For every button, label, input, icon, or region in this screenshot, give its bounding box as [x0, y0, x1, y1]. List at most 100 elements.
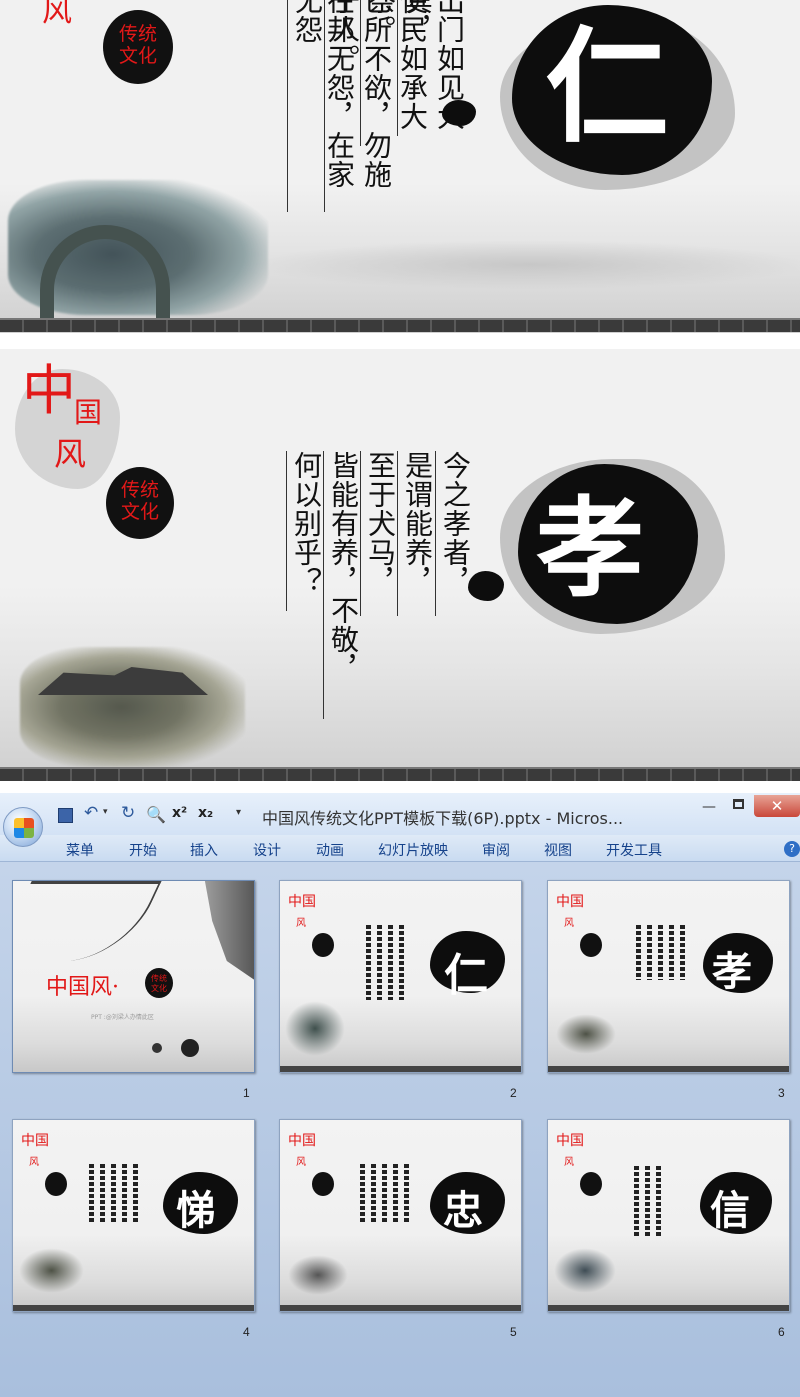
thumb-photo: [554, 1248, 616, 1293]
thumb-text-lines: [89, 1164, 138, 1224]
title-feng-partial: 风: [42, 0, 72, 29]
thumb-text-lines: [360, 1164, 409, 1224]
slide-number-3: 3: [778, 1086, 785, 1100]
slide-thumbnail-2[interactable]: 中国 风 仁: [279, 880, 522, 1073]
badge-traditional-culture: 传统 文化: [103, 10, 173, 84]
text-column-1: 今之孝者，: [435, 451, 472, 616]
thumb1-badge: 传统 文化: [145, 968, 173, 998]
slide-thumbnail-1[interactable]: 中国风· 传统 文化 PPT :@刘梁人办情此区: [12, 880, 255, 1073]
slide-thumbnail-6[interactable]: 中国 风 信: [547, 1119, 790, 1312]
text-column-4: 皆能有养，不敬，: [323, 451, 360, 719]
tab-home[interactable]: 开始: [129, 840, 157, 860]
close-button[interactable]: ✕: [754, 795, 800, 817]
slide-ren: 风 传统 文化 出门如见大宾， 使民如承大祭。 己所不欲，勿施于人。 在邦无怨，…: [0, 0, 800, 333]
slide-thumbnail-3[interactable]: 中国 风 孝: [547, 880, 790, 1073]
title-guo: 国: [74, 396, 103, 429]
thumb-char: 信: [710, 1187, 750, 1234]
office-button[interactable]: [3, 807, 43, 847]
thumb-char: 孝: [712, 948, 752, 995]
tab-design[interactable]: 设计: [253, 840, 281, 860]
thumb-char: 仁: [444, 950, 488, 1001]
help-icon[interactable]: ?: [784, 841, 800, 857]
thumb1-title: 中国风·: [46, 975, 119, 1000]
thumb-badge: [312, 1172, 334, 1196]
thumb-logo-feng: 风: [564, 918, 574, 929]
thumb-logo-feng: 风: [29, 1157, 39, 1168]
redo-icon[interactable]: ↻: [121, 803, 135, 823]
text-column-4: 在邦无怨，在家无怨: [287, 0, 356, 212]
big-char-ren: 仁: [545, 15, 670, 160]
title-zhong: 中: [22, 359, 76, 422]
ink-dot-large: [181, 1039, 199, 1057]
slide-thumbnail-4[interactable]: 中国 风 悌: [12, 1119, 255, 1312]
thumb-brick: [548, 1305, 789, 1311]
tab-menu[interactable]: 菜单: [66, 840, 94, 860]
slide-thumbnail-5[interactable]: 中国 风 忠: [279, 1119, 522, 1312]
thumb-badge: [312, 933, 334, 957]
thumb-char: 悌: [176, 1187, 216, 1234]
powerpoint-window: ↶ ▾ ↻ 🔍 x² x₂ ▾ 中国风传统文化PPT模板下载(6P).pptx …: [0, 793, 800, 1397]
slide-xiao: 中 国 风 传统 文化 今之孝者， 是谓能养， 至于犬马， 皆能有养，不敬， 何…: [0, 349, 800, 781]
badge-line-2: 文化: [118, 45, 157, 67]
brick-wall: [0, 318, 800, 332]
ink-drop: [468, 571, 504, 601]
thumb-text-lines: [366, 925, 404, 1000]
badge-traditional-culture: 传统 文化: [106, 467, 174, 539]
thumb-text-lines: [634, 1166, 661, 1236]
print-preview-icon[interactable]: 🔍: [146, 805, 166, 824]
badge-line-2: 文化: [120, 501, 159, 523]
thumb-badge: [45, 1172, 67, 1196]
thumb-badge: [580, 1172, 602, 1196]
thumb-char: 忠: [443, 1187, 483, 1234]
tab-developer[interactable]: 开发工具: [606, 840, 662, 860]
thumb1-subtitle: PPT :@刘梁人办情此区: [91, 1014, 154, 1021]
window-title: 中国风传统文化PPT模板下载(6P).pptx - Micros...: [262, 809, 624, 828]
ink-drop: [442, 100, 476, 126]
slide-number-4: 4: [243, 1325, 250, 1339]
thumb-brick: [13, 1305, 254, 1311]
tab-insert[interactable]: 插入: [190, 840, 218, 860]
text-column-3: 至于犬马，: [360, 451, 397, 616]
tab-slideshow[interactable]: 幻灯片放映: [378, 840, 448, 860]
office-logo-icon: [14, 818, 34, 838]
mist: [250, 240, 800, 290]
title-feng: 风: [54, 435, 87, 473]
slide-number-2: 2: [510, 1086, 517, 1100]
thumb-photo: [285, 1001, 345, 1056]
thumb1-badge-line-2: 文化: [151, 984, 167, 993]
minimize-button[interactable]: —: [702, 799, 716, 815]
slide-number-6: 6: [778, 1325, 785, 1339]
thumb-logo-feng: 风: [296, 1157, 306, 1168]
slide-sorter-pane: 中国风· 传统 文化 PPT :@刘梁人办情此区 1 中国 风 仁 2 中国 风: [0, 862, 800, 1397]
tab-animation[interactable]: 动画: [316, 840, 344, 860]
big-char-xiao: 孝: [536, 486, 645, 612]
tab-view[interactable]: 视图: [544, 840, 572, 860]
thumb-logo-feng: 风: [296, 918, 306, 929]
thumb-logo-feng: 风: [564, 1157, 574, 1168]
rock-grey: [204, 881, 254, 981]
maximize-button[interactable]: [733, 799, 744, 809]
thumb-logo: 中国: [288, 1133, 316, 1149]
badge-line-1: 传统: [120, 479, 159, 501]
thumb-logo: 中国: [21, 1133, 49, 1149]
thumb-text-lines: [636, 925, 685, 980]
text-column-5: 何以别乎？: [286, 451, 323, 611]
undo-dropdown-icon[interactable]: ▾: [103, 807, 108, 817]
thumb-badge: [580, 933, 602, 957]
undo-icon[interactable]: ↶: [84, 803, 98, 823]
thumb-brick: [548, 1066, 789, 1072]
badge-line-1: 传统: [118, 23, 157, 45]
thumb-brick: [280, 1305, 521, 1311]
slide-number-5: 5: [510, 1325, 517, 1339]
plum-branch: [13, 881, 162, 961]
superscript-icon[interactable]: x²: [172, 805, 187, 821]
thumb-brick: [280, 1066, 521, 1072]
tab-review[interactable]: 审阅: [482, 840, 510, 860]
subscript-icon[interactable]: x₂: [198, 805, 213, 821]
save-icon[interactable]: [58, 808, 73, 823]
thumb-photo: [556, 1014, 616, 1054]
quick-access-customize-icon[interactable]: ▾: [236, 807, 241, 818]
text-column-2: 是谓能养，: [397, 451, 434, 616]
title-bar: ↶ ▾ ↻ 🔍 x² x₂ ▾ 中国风传统文化PPT模板下载(6P).pptx …: [0, 793, 800, 847]
ink-dot-small: [152, 1043, 162, 1053]
